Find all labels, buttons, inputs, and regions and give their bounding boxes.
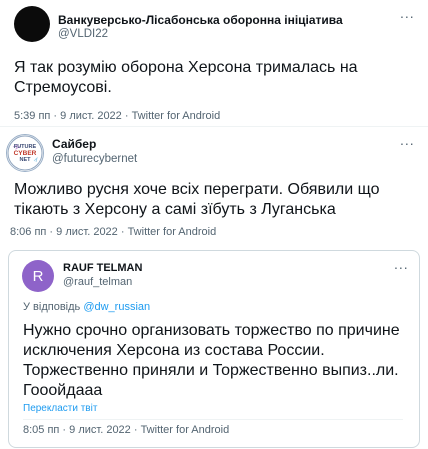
avatar[interactable]: R: [22, 260, 54, 292]
more-options-icon[interactable]: ...: [400, 5, 415, 21]
translate-tweet-link[interactable]: Перекласти твіт: [23, 403, 97, 414]
reply-prefix: У відповідь: [23, 301, 81, 313]
reply-context: У відповідь @dw_russian: [23, 301, 150, 313]
author-name[interactable]: Ванкуверсько-Лісабонська оборонна ініціа…: [58, 13, 343, 27]
tweet-2: FUTURE CYBER NET Сайбер @futurecybernet …: [0, 127, 428, 242]
divider: [23, 419, 403, 420]
author-handle[interactable]: @rauf_telman: [63, 276, 132, 288]
tweet-1: Ванкуверсько-Лісабонська оборонна ініціа…: [0, 0, 428, 123]
tweet-text: Нужно срочно организовать торжество по п…: [23, 322, 400, 399]
author-handle[interactable]: @futurecybernet: [52, 153, 137, 165]
author-name[interactable]: RAUF TELMAN: [63, 262, 142, 274]
tweet-timestamp[interactable]: 8:06 пп · 9 лист. 2022 · Twitter for And…: [10, 226, 216, 238]
tweet-text: Можливо русня хоче всіх переграти. Обяви…: [14, 181, 380, 218]
reply-to-link[interactable]: @dw_russian: [83, 301, 150, 313]
author-name[interactable]: Сайбер: [52, 137, 96, 151]
avatar[interactable]: [14, 6, 50, 42]
avatar[interactable]: FUTURE CYBER NET: [6, 134, 44, 172]
reply-tweet-card[interactable]: R RAUF TELMAN @rauf_telman ... У відпові…: [8, 250, 420, 448]
author-handle[interactable]: @VLDI22: [58, 28, 108, 40]
tweet-timestamp[interactable]: 8:05 пп · 9 лист. 2022 · Twitter for And…: [23, 424, 229, 436]
tweet-timestamp[interactable]: 5:39 пп · 9 лист. 2022 · Twitter for And…: [14, 110, 220, 122]
avatar-text-line: CYBER: [13, 149, 37, 157]
more-options-icon[interactable]: ...: [394, 256, 409, 272]
avatar-text-line: NET: [19, 156, 31, 163]
tweet-text: Я так розумію оборона Херсона трималась …: [14, 59, 358, 96]
avatar-letter: R: [32, 267, 44, 285]
more-options-icon[interactable]: ...: [400, 132, 415, 148]
